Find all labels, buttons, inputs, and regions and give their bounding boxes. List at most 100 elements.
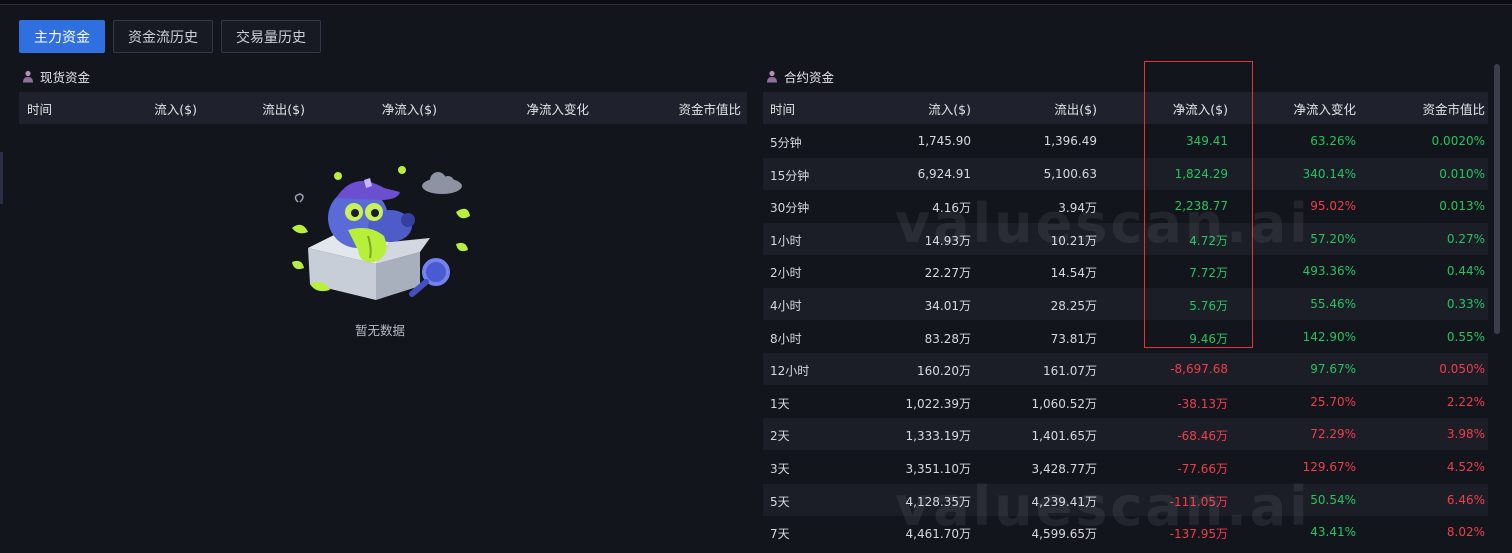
cell-fund-ratio: 0.27% xyxy=(1446,231,1485,246)
cell-time: 4小时 xyxy=(770,299,802,313)
futures-col-net: 净流入($) xyxy=(1172,101,1228,117)
futures-col-inflow: 流入($) xyxy=(928,101,971,117)
empty-mascot-illustration xyxy=(292,166,470,300)
tab-bar: 主力资金 资金流历史 交易量历史 xyxy=(19,20,321,53)
cell-time: 5天 xyxy=(770,494,790,509)
cell-net-change: 63.26% xyxy=(1310,134,1356,148)
cell-outflow: 1,060.52万 xyxy=(1031,396,1097,411)
cell-time: 12小时 xyxy=(770,364,810,379)
cell-net-inflow: -68.46万 xyxy=(1177,429,1228,444)
cell-time: 3天 xyxy=(770,462,790,476)
cell-outflow: 5,100.63 xyxy=(1043,166,1097,181)
cell-outflow: 4,599.65万 xyxy=(1031,527,1097,542)
cell-inflow: 3,351.10万 xyxy=(905,462,971,476)
cell-fund-ratio: 0.010% xyxy=(1439,166,1485,181)
spot-section-title: 现货资金 xyxy=(22,67,90,86)
table-row[interactable]: 5分钟 1,745.90 1,396.49 349.41 63.26% 0.0020% xyxy=(763,125,1488,157)
cell-net-change: 55.46% xyxy=(1310,297,1356,311)
futures-col-outflow: 流出($) xyxy=(1054,101,1097,117)
cell-outflow: 4,239.41万 xyxy=(1031,494,1097,509)
cell-inflow: 6,924.91 xyxy=(917,166,971,181)
cell-outflow: 3,428.77万 xyxy=(1031,462,1097,476)
cell-outflow: 161.07万 xyxy=(1043,364,1097,379)
cell-net-change: 142.90% xyxy=(1302,329,1356,344)
cell-net-inflow: 2,238.77 xyxy=(1174,199,1228,214)
cell-outflow: 1,396.49 xyxy=(1043,134,1097,148)
side-indicator xyxy=(0,152,3,204)
scrollbar[interactable] xyxy=(1494,64,1500,334)
cell-fund-ratio: 0.013% xyxy=(1439,199,1485,214)
table-row[interactable]: 2天 1,333.19万 1,401.65万 -68.46万 72.29% 3.98% xyxy=(763,418,1488,451)
cell-net-change: 25.70% xyxy=(1310,394,1356,409)
spot-col-net: 净流入($) xyxy=(381,101,437,117)
cell-time: 2小时 xyxy=(770,266,802,281)
spot-col-time: 时间 xyxy=(27,101,53,117)
table-row[interactable]: 7天 4,461.70万 4,599.65万 -137.95万 43.41% 8.02% xyxy=(763,516,1488,548)
cell-time: 5分钟 xyxy=(770,136,802,150)
cell-net-change: 50.54% xyxy=(1310,492,1356,507)
cell-outflow: 3.94万 xyxy=(1058,201,1097,216)
cell-inflow: 1,745.90 xyxy=(917,134,971,148)
cell-inflow: 1,022.39万 xyxy=(905,396,971,411)
cell-time: 2天 xyxy=(770,429,790,444)
top-bar xyxy=(0,0,1512,5)
futures-col-time: 时间 xyxy=(770,101,796,117)
cell-net-inflow: -8,697.68 xyxy=(1170,362,1228,377)
cell-inflow: 4.16万 xyxy=(932,201,971,216)
table-row[interactable]: 8小时 83.28万 73.81万 9.46万 142.90% 0.55% xyxy=(763,321,1488,353)
empty-state: 暂无数据 xyxy=(280,160,470,340)
cell-net-change: 43.41% xyxy=(1310,525,1356,540)
cell-fund-ratio: 0.44% xyxy=(1446,264,1485,279)
user-icon xyxy=(767,70,777,83)
cell-fund-ratio: 0.050% xyxy=(1439,362,1485,377)
table-row[interactable]: 3天 3,351.10万 3,428.77万 -77.66万 129.67% 4.52% xyxy=(763,451,1488,483)
spot-title-text: 现货资金 xyxy=(40,70,91,85)
tab-fund-flow-history[interactable]: 资金流历史 xyxy=(113,20,213,53)
cell-net-inflow: -38.13万 xyxy=(1177,396,1228,411)
spot-col-change: 净流入变化 xyxy=(526,101,589,117)
cell-outflow: 1,401.65万 xyxy=(1031,429,1097,444)
spot-table-header: 时间 流入($) 流出($) 净流入($) 净流入变化 资金市值比 xyxy=(19,92,747,124)
table-row[interactable]: 15分钟 6,924.91 5,100.63 1,824.29 340.14% 0.010… xyxy=(763,157,1488,190)
cell-net-change: 72.29% xyxy=(1310,427,1356,442)
table-row[interactable]: 2小时 22.27万 14.54万 7.72万 493.36% 0.44% xyxy=(763,255,1488,287)
futures-title-text: 合约资金 xyxy=(784,70,835,85)
spot-col-ratio: 资金市值比 xyxy=(678,101,741,117)
table-row[interactable]: 1小时 14.93万 10.21万 4.72万 57.20% 0.27% xyxy=(763,222,1488,255)
cell-net-change: 97.67% xyxy=(1310,362,1356,377)
cell-fund-ratio: 6.46% xyxy=(1446,492,1485,507)
cell-inflow: 1,333.19万 xyxy=(905,429,971,444)
cell-outflow: 73.81万 xyxy=(1050,331,1097,346)
table-row[interactable]: 4小时 34.01万 28.25万 5.76万 55.46% 0.33% xyxy=(763,288,1488,320)
cell-fund-ratio: 3.98% xyxy=(1446,427,1485,442)
cell-net-inflow: 4.72万 xyxy=(1189,233,1228,248)
futures-col-ratio: 资金市值比 xyxy=(1422,101,1485,117)
cell-time: 7天 xyxy=(770,527,790,542)
table-row[interactable]: 1天 1,022.39万 1,060.52万 -38.13万 25.70% 2.22% xyxy=(763,386,1488,418)
cell-fund-ratio: 4.52% xyxy=(1446,460,1485,474)
cell-inflow: 4,128.35万 xyxy=(905,494,971,509)
spot-col-inflow: 流入($) xyxy=(154,101,197,117)
cell-time: 1小时 xyxy=(770,233,802,248)
table-row[interactable]: 30分钟 4.16万 3.94万 2,238.77 95.02% 0.013% xyxy=(763,190,1488,222)
cell-time: 8小时 xyxy=(770,331,802,346)
cell-net-change: 95.02% xyxy=(1310,199,1356,214)
tab-volume-history[interactable]: 交易量历史 xyxy=(221,20,321,53)
cell-fund-ratio: 0.33% xyxy=(1446,297,1485,311)
cell-fund-ratio: 8.02% xyxy=(1446,525,1485,540)
cell-net-inflow: 9.46万 xyxy=(1189,331,1228,346)
futures-section-title: 合约资金 xyxy=(766,67,834,86)
cell-fund-ratio: 0.0020% xyxy=(1431,134,1485,148)
cell-inflow: 34.01万 xyxy=(924,299,971,313)
cell-net-inflow: -137.95万 xyxy=(1169,527,1228,542)
table-row[interactable]: 5天 4,128.35万 4,239.41万 -111.05万 50.54% 6.46% xyxy=(763,483,1488,516)
table-row[interactable]: 12小时 160.20万 161.07万 -8,697.68 97.67% 0.050% xyxy=(763,353,1488,386)
tab-main-funds[interactable]: 主力资金 xyxy=(19,20,105,53)
cell-outflow: 14.54万 xyxy=(1050,266,1097,281)
futures-col-change: 净流入变化 xyxy=(1293,101,1356,117)
cell-time: 30分钟 xyxy=(770,201,810,216)
cell-inflow: 14.93万 xyxy=(924,233,971,248)
cell-net-change: 57.20% xyxy=(1310,231,1356,246)
cell-net-change: 340.14% xyxy=(1302,166,1356,181)
cell-fund-ratio: 2.22% xyxy=(1446,394,1485,409)
